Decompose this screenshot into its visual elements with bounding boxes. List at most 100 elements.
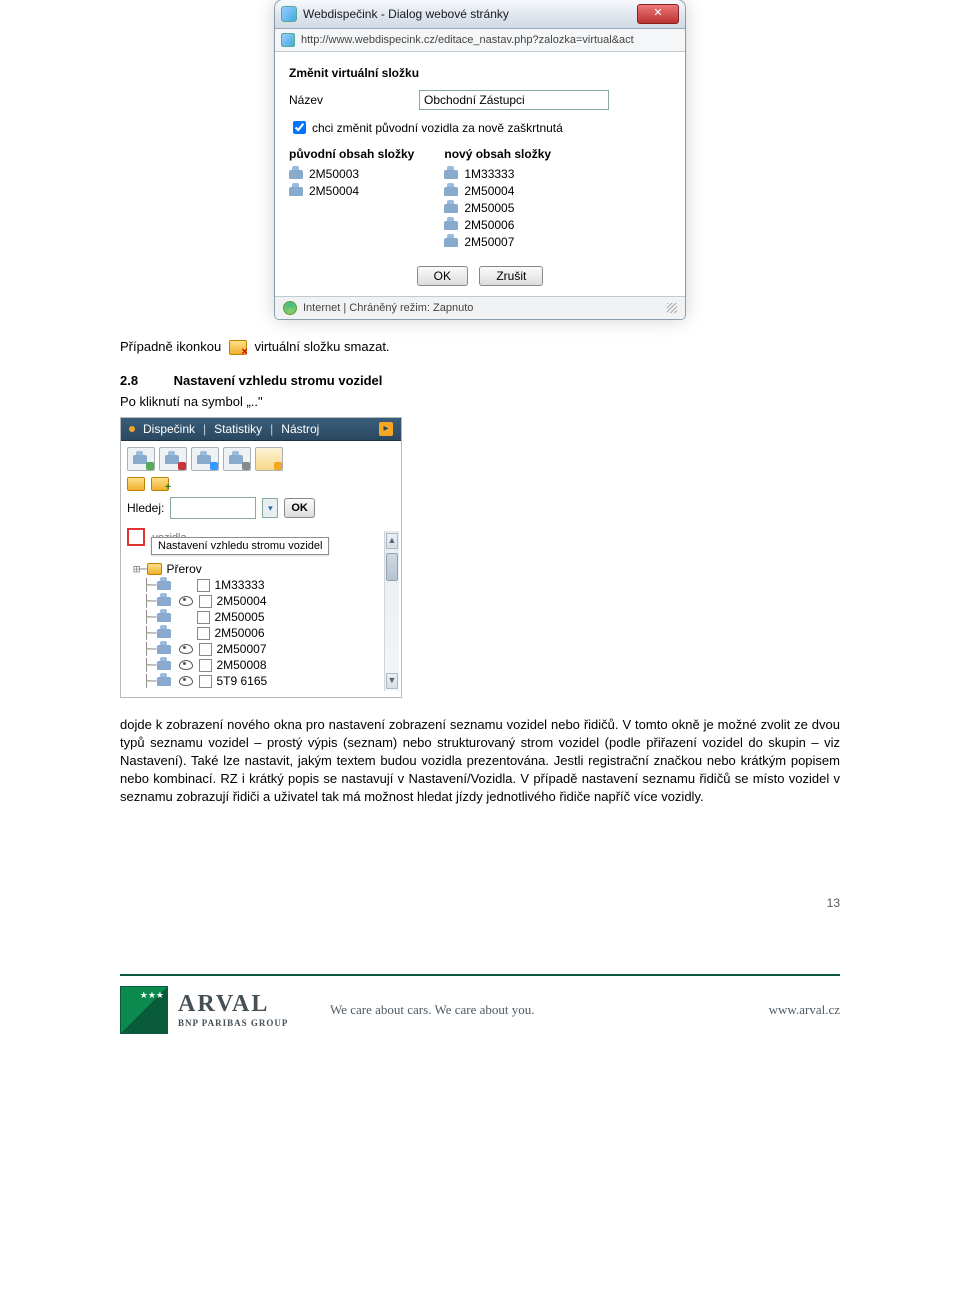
toolbar-car-button[interactable] xyxy=(191,447,219,471)
checkbox[interactable] xyxy=(199,595,212,608)
tree-item-label: 2M50004 xyxy=(216,594,266,608)
scroll-up-icon[interactable]: ▲ xyxy=(386,533,398,549)
dropdown-icon[interactable]: ▾ xyxy=(262,498,278,518)
tree-item[interactable]: ├─2M50008 xyxy=(127,657,395,673)
checkbox[interactable] xyxy=(197,627,210,640)
name-input[interactable] xyxy=(419,90,609,110)
search-input[interactable] xyxy=(170,497,256,519)
vehicle-item: 2M50003 xyxy=(289,167,414,181)
col1-header: původní obsah složky xyxy=(289,147,414,161)
car-icon xyxy=(444,204,458,213)
tree-item-label: 2M50006 xyxy=(214,626,264,640)
toolbar xyxy=(121,441,401,475)
car-icon xyxy=(289,187,303,196)
vehicle-item: 2M50006 xyxy=(444,218,551,232)
close-icon[interactable]: ✕ xyxy=(637,4,679,24)
tree-item[interactable]: ├─2M50006 xyxy=(127,625,395,641)
tree-item[interactable]: ├─2M50005 xyxy=(127,609,395,625)
ie-icon xyxy=(281,33,295,47)
toolbar-car-button[interactable] xyxy=(223,447,251,471)
scrollbar[interactable]: ▲ ▼ xyxy=(384,531,399,691)
car-icon xyxy=(289,170,303,179)
dialog-url: http://www.webdispecink.cz/editace_nasta… xyxy=(301,34,634,46)
car-icon xyxy=(444,187,458,196)
name-label: Název xyxy=(289,93,419,107)
checkbox-label: chci změnit původní vozidla za nově zašk… xyxy=(312,121,563,135)
eye-icon xyxy=(179,676,193,686)
toolbar-car-button[interactable] xyxy=(127,447,155,471)
cancel-button[interactable]: Zrušit xyxy=(479,266,543,286)
dialog-window: Webdispečink - Dialog webové stránky ✕ h… xyxy=(275,0,685,319)
vehicle-item: 2M50004 xyxy=(444,184,551,198)
tree-item-label: 2M50005 xyxy=(214,610,264,624)
brand-name: ARVAL xyxy=(178,991,288,1018)
text-line: Případně ikonkou virtuální složku smazat… xyxy=(120,339,840,355)
tree-item-label: 1M33333 xyxy=(214,578,264,592)
car-icon xyxy=(444,221,458,230)
col2-header: nový obsah složky xyxy=(444,147,551,161)
search-label: Hledej: xyxy=(127,501,164,515)
address-bar: http://www.webdispecink.cz/editace_nasta… xyxy=(275,29,685,52)
car-icon xyxy=(157,677,171,686)
tree-item-label: 2M50007 xyxy=(216,642,266,656)
scroll-down-icon[interactable]: ▼ xyxy=(386,673,398,689)
car-icon xyxy=(157,597,171,606)
search-ok-button[interactable]: OK xyxy=(284,498,315,518)
toolbar-people-button[interactable] xyxy=(255,447,283,471)
tree-item-label: 5T9 6165 xyxy=(216,674,267,688)
slogan: We care about cars. We care about you. xyxy=(330,1002,710,1018)
car-icon xyxy=(157,645,171,654)
eye-icon xyxy=(179,644,193,654)
vehicle-item: 2M50005 xyxy=(444,201,551,215)
tooltip: Nastavení vzhledu stromu vozidel xyxy=(151,537,329,555)
tree-node[interactable]: ⊞─ Přerov xyxy=(127,561,395,577)
eye-icon xyxy=(179,660,193,670)
ok-button[interactable]: OK xyxy=(417,266,468,286)
checkbox[interactable] xyxy=(199,659,212,672)
tree-item[interactable]: ├─5T9 6165 xyxy=(127,673,395,689)
car-icon xyxy=(157,613,171,622)
folder-delete-icon xyxy=(229,340,247,355)
tab-dispecink[interactable]: Dispečink xyxy=(143,422,195,436)
car-icon xyxy=(157,581,171,590)
checkbox[interactable] xyxy=(197,579,210,592)
logo: ★★★ ARVAL BNP PARIBAS GROUP xyxy=(120,986,330,1034)
folder-add-icon[interactable]: + xyxy=(151,477,169,491)
tree-item[interactable]: ├─1M33333 xyxy=(127,577,395,593)
change-vehicles-checkbox[interactable] xyxy=(293,121,306,134)
car-icon xyxy=(444,238,458,247)
checkbox[interactable] xyxy=(199,675,212,688)
section-heading: 2.8 Nastavení vzhledu stromu vozidel xyxy=(120,373,840,388)
tree-item[interactable]: ├─2M50004 xyxy=(127,593,395,609)
car-icon xyxy=(157,661,171,670)
tree-panel: Dispečink | Statistiky | Nástroj ▸ + xyxy=(120,417,402,698)
ie-icon xyxy=(281,6,297,22)
resize-grip-icon xyxy=(667,303,677,313)
dialog-heading: Změnit virtuální složku xyxy=(289,66,671,80)
globe-icon xyxy=(283,301,297,315)
tabs-bar: Dispečink | Statistiky | Nástroj ▸ xyxy=(121,418,401,441)
tree-item-label: 2M50008 xyxy=(216,658,266,672)
scroll-thumb[interactable] xyxy=(386,553,398,581)
tree-settings-button[interactable] xyxy=(127,528,145,546)
tab-indicator-icon xyxy=(129,426,135,432)
section-subline: Po kliknutí na symbol „.." xyxy=(120,394,840,409)
vehicle-item: 2M50004 xyxy=(289,184,414,198)
tree-item[interactable]: ├─2M50007 xyxy=(127,641,395,657)
page-number: 13 xyxy=(120,896,840,910)
status-text: Internet | Chráněný režim: Zapnuto xyxy=(303,302,473,314)
paragraph: dojde k zobrazení nového okna pro nastav… xyxy=(120,716,840,806)
folder-icon[interactable] xyxy=(127,477,145,491)
checkbox[interactable] xyxy=(199,643,212,656)
dialog-title: Webdispečink - Dialog webové stránky xyxy=(303,7,509,21)
site-url: www.arval.cz xyxy=(710,1002,840,1018)
nav-arrow-icon[interactable]: ▸ xyxy=(379,422,393,436)
vehicle-item: 1M33333 xyxy=(444,167,551,181)
brand-group: BNP PARIBAS GROUP xyxy=(178,1018,288,1028)
dialog-titlebar: Webdispečink - Dialog webové stránky ✕ xyxy=(275,0,685,29)
tab-statistiky[interactable]: Statistiky xyxy=(214,422,262,436)
toolbar-car-button[interactable] xyxy=(159,447,187,471)
tab-nastroj[interactable]: Nástroj xyxy=(281,422,319,436)
checkbox[interactable] xyxy=(197,611,210,624)
eye-icon xyxy=(179,596,193,606)
